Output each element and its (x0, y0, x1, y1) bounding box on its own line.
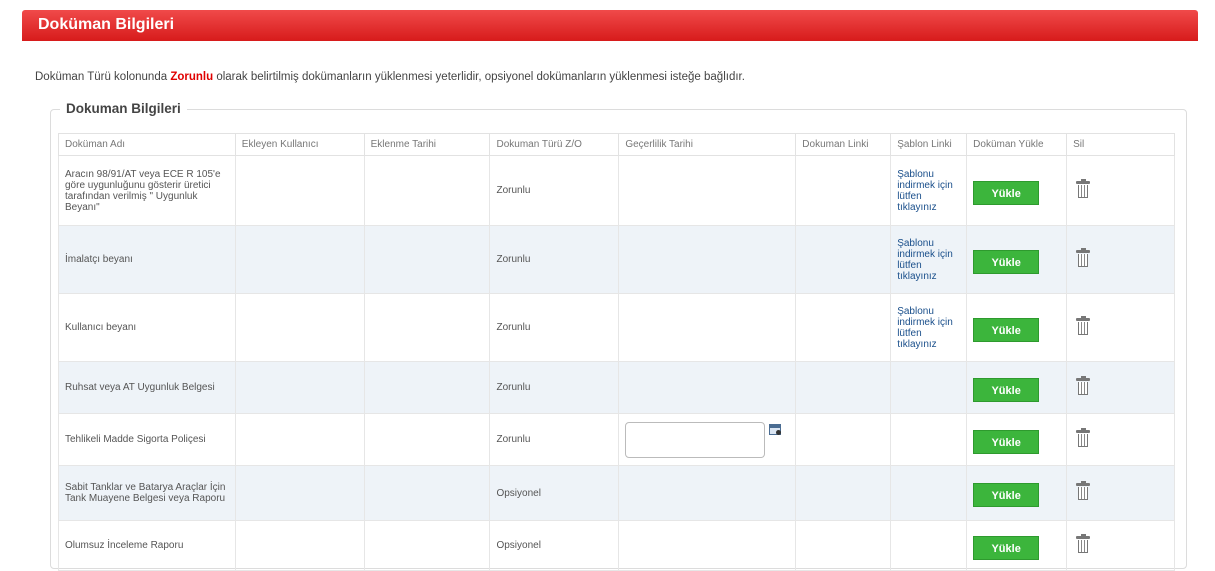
document-type: Zorunlu (489, 413, 620, 466)
template-link[interactable]: Şablonu indirmek için lütfen tıklayınız (897, 169, 960, 213)
added-date-cell (363, 293, 491, 362)
document-name: Sabit Tanklar ve Batarya Araçlar İçin Ta… (65, 482, 226, 504)
document-type: Zorunlu (489, 155, 620, 226)
upload-button[interactable]: Yükle (973, 429, 1040, 454)
added-by-cell (234, 225, 365, 294)
document-type: Opsiyonel (489, 465, 620, 521)
document-type: Zorunlu (489, 361, 620, 414)
validity-date-cell (618, 465, 797, 521)
upload-button[interactable]: Yükle (973, 483, 1040, 507)
document-type: Zorunlu (489, 293, 620, 362)
template-link[interactable]: Şablonu indirmek için lütfen tıklayınız (897, 238, 960, 282)
page-title: Doküman Bilgileri (38, 16, 175, 33)
trash-icon[interactable] (1076, 481, 1091, 500)
template-link-cell (890, 361, 968, 414)
document-name: Tehlikeli Madde Sigorta Poliçesi (65, 434, 206, 445)
page-header: Doküman Bilgileri (22, 10, 1198, 41)
document-name: İmalatçı beyanı (65, 254, 133, 265)
table-row: Kullanıcı beyanı Zorunlu Şablonu indirme… (58, 293, 1175, 362)
template-link-cell (890, 520, 968, 571)
added-date-cell (363, 225, 491, 294)
column-header[interactable]: Dokuman Linki (795, 133, 892, 156)
added-by-cell (234, 465, 365, 521)
added-date-cell (363, 520, 491, 571)
upload-button[interactable]: Yükle (973, 249, 1040, 274)
table-row: Tehlikeli Madde Sigorta Poliçesi Zorunlu… (58, 413, 1175, 466)
document-name: Ruhsat veya AT Uygunluk Belgesi (65, 382, 215, 393)
table-row: Ruhsat veya AT Uygunluk Belgesi Zorunlu … (58, 361, 1175, 414)
column-header[interactable]: Eklenme Tarihi (363, 133, 491, 156)
document-link-cell (795, 413, 892, 466)
trash-icon[interactable] (1076, 178, 1091, 198)
added-by-cell (234, 155, 365, 226)
document-link-cell (795, 361, 892, 414)
trash-icon[interactable] (1076, 533, 1091, 553)
document-link-cell (795, 225, 892, 294)
calendar-icon[interactable] (769, 423, 782, 435)
document-type: Opsiyonel (489, 520, 620, 571)
added-by-cell (234, 293, 365, 362)
validity-date-input[interactable] (625, 421, 766, 458)
table-header-row: Doküman Adı Ekleyen Kullanıcı Eklenme Ta… (58, 133, 1175, 156)
trash-icon[interactable] (1076, 375, 1091, 395)
column-header[interactable]: Dokuman Türü Z/O (489, 133, 620, 156)
validity-date-cell (618, 155, 797, 226)
added-by-cell (234, 361, 365, 414)
table-row: İmalatçı beyanı Zorunlu Şablonu indirmek… (58, 225, 1175, 294)
added-date-cell (363, 413, 491, 466)
table-row: Aracın 98/91/AT veya ECE R 105'e göre uy… (58, 155, 1175, 226)
document-link-cell (795, 520, 892, 571)
added-by-cell (234, 520, 365, 571)
trash-icon[interactable] (1076, 427, 1091, 447)
trash-icon[interactable] (1076, 315, 1091, 335)
column-header[interactable]: Doküman Yükle (966, 133, 1068, 156)
section-title: Dokuman Bilgileri (60, 101, 187, 116)
document-link-cell (795, 155, 892, 226)
column-header[interactable]: Sil (1066, 133, 1175, 156)
template-link-cell (890, 413, 968, 466)
column-header[interactable]: Geçerlilik Tarihi (618, 133, 797, 156)
document-link-cell (795, 293, 892, 362)
upload-button[interactable]: Yükle (973, 377, 1040, 402)
table-row: Olumsuz İnceleme Raporu Opsiyonel Yükle (58, 520, 1175, 571)
column-header[interactable]: Doküman Adı (58, 133, 236, 156)
document-name: Olumsuz İnceleme Raporu (65, 540, 184, 551)
template-link-cell (890, 465, 968, 521)
info-text-before: Doküman Türü kolonunda (35, 71, 171, 83)
column-header[interactable]: Şablon Linki (890, 133, 968, 156)
column-header[interactable]: Ekleyen Kullanıcı (234, 133, 365, 156)
added-date-cell (363, 155, 491, 226)
added-date-cell (363, 465, 491, 521)
added-by-cell (234, 413, 365, 466)
table-row: Sabit Tanklar ve Batarya Araçlar İçin Ta… (58, 465, 1175, 521)
info-highlight: Zorunlu (170, 71, 214, 83)
document-name: Aracın 98/91/AT veya ECE R 105'e göre uy… (65, 168, 221, 213)
document-table: Doküman Adı Ekleyen Kullanıcı Eklenme Ta… (58, 133, 1175, 571)
upload-button[interactable]: Yükle (973, 317, 1040, 342)
added-date-cell (363, 361, 491, 414)
trash-icon[interactable] (1076, 247, 1091, 267)
info-text-after: olarak belirtilmiş dokümanların yüklenme… (213, 71, 745, 83)
template-link[interactable]: Şablonu indirmek için lütfen tıklayınız (897, 306, 960, 350)
document-type: Zorunlu (489, 225, 620, 294)
validity-date-cell (618, 225, 797, 294)
validity-date-cell (618, 293, 797, 362)
validity-date-picker (625, 421, 782, 458)
document-link-cell (795, 465, 892, 521)
info-message: Doküman Türü kolonunda Zorunlu olarak be… (35, 71, 745, 83)
validity-date-cell (618, 520, 797, 571)
upload-button[interactable]: Yükle (973, 180, 1040, 205)
validity-date-cell (618, 361, 797, 414)
document-name: Kullanıcı beyanı (65, 322, 137, 333)
